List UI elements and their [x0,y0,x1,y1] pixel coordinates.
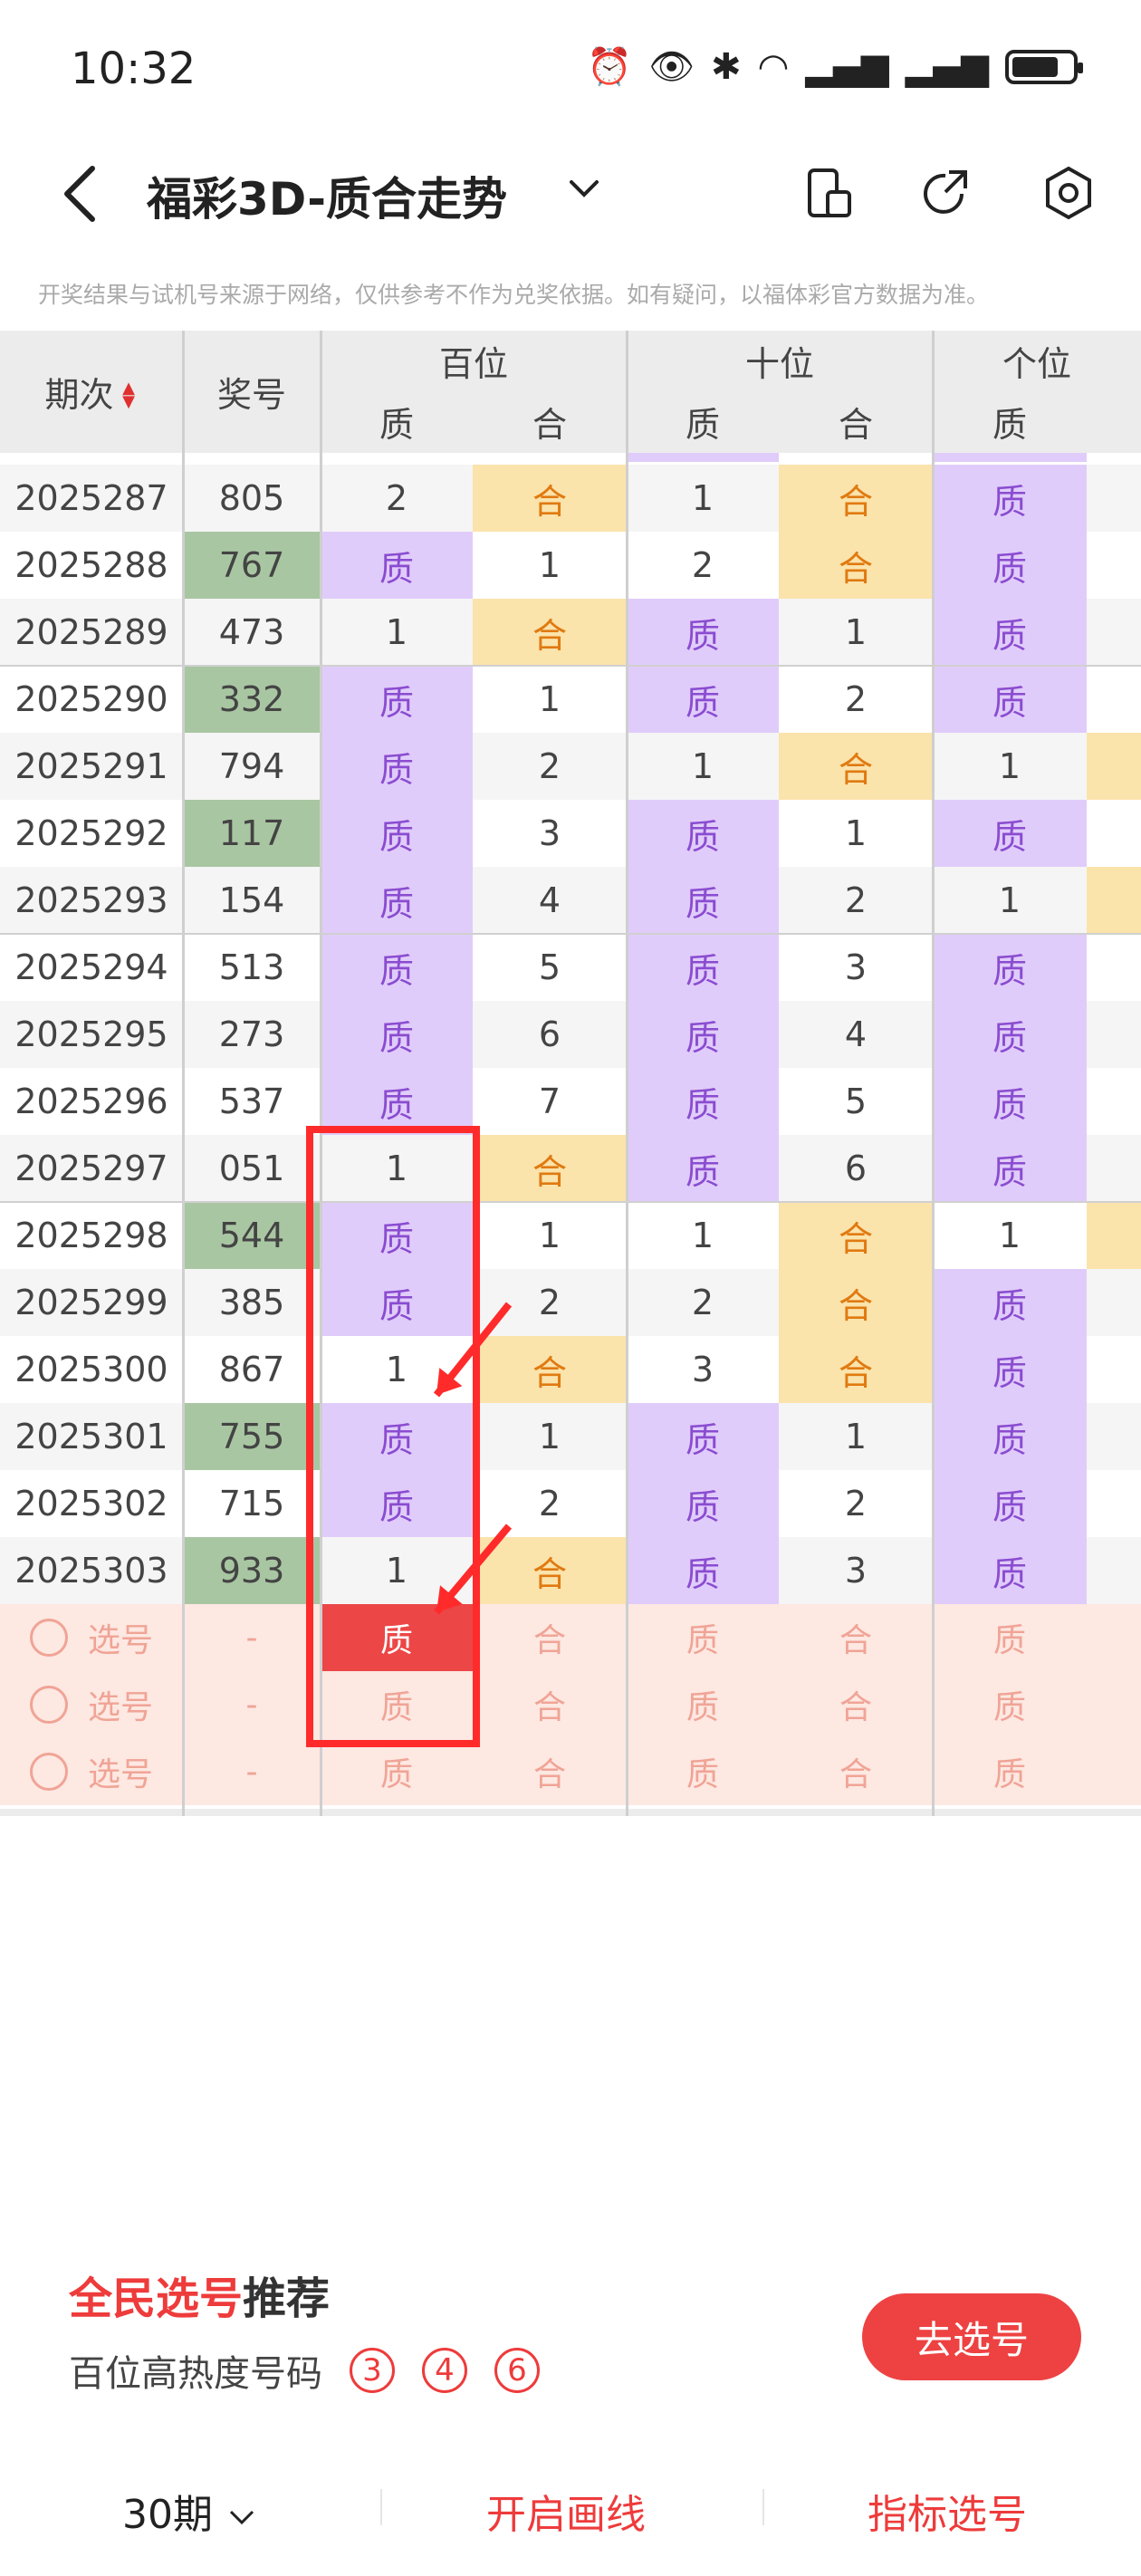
go-pick-button[interactable]: 去选号 [862,2293,1081,2380]
bottom-bar: 30期 开启画线 指标选号 [0,2437,1141,2576]
chevron-down-icon[interactable] [566,170,602,207]
eye-icon: 👁 [648,46,695,88]
signal-icon: ▂▄▆ [805,45,889,88]
indicator-pick-button[interactable]: 指标选号 [868,2482,1027,2540]
status-bar: 10:32 ⏰ 👁 ✱ ◠ ▂▄▆ ▂▄▆ [0,0,1141,136]
signal2-icon: ▂▄▆ [905,45,989,88]
hot-number-ball: 3 [350,2348,395,2393]
recommend-subtitle-text: 百位高热度号码 [69,2353,322,2395]
share-icon[interactable] [915,161,978,225]
hot-number-ball: 4 [422,2348,467,2393]
trend-table: 期次 ▲▼ 奖号 百位 十位 个位质合质合质 2025287 805 2 合 1 合质 2025288 7… [0,331,1141,1816]
recommend-title-red: 全民选号 [69,2273,244,2324]
bluetooth-icon: ✱ [710,45,742,88]
period-select[interactable]: 30期 [122,2482,258,2540]
source-disclaimer: 开奖结果与试机号来源于网络，仅供参考不作为兑奖依据。如有疑问，以福体彩官方数据为… [38,282,990,308]
recommend-card: 全民选号推荐 百位高热度号码 3 4 6 去选号 [27,2230,1114,2447]
recommend-title-black: 推荐 [243,2273,331,2324]
status-time: 10:32 [71,43,197,94]
chevron-down-icon [229,2510,254,2525]
status-icons: ⏰ 👁 ✱ ◠ ▂▄▆ ▂▄▆ [587,45,1083,88]
page-title[interactable]: 福彩3D-质合走势 [147,163,507,228]
alarm-icon: ⏰ [587,46,633,88]
draw-line-button[interactable]: 开启画线 [486,2482,646,2540]
phone-rotate-icon[interactable] [797,161,860,225]
annotation-arrow-icon [433,1523,513,1615]
back-arrow-icon[interactable] [54,158,109,230]
recommend-title: 全民选号推荐 [69,2263,330,2326]
recommend-subtitle: 百位高热度号码 3 4 6 [69,2344,540,2397]
battery-icon [1005,49,1083,84]
period-select-label: 30期 [122,2492,213,2538]
wifi-icon: ◠ [757,45,790,88]
settings-icon[interactable] [1037,161,1100,225]
app-header: 福彩3D-质合走势 [0,136,1141,249]
hot-number-ball: 6 [494,2348,540,2393]
